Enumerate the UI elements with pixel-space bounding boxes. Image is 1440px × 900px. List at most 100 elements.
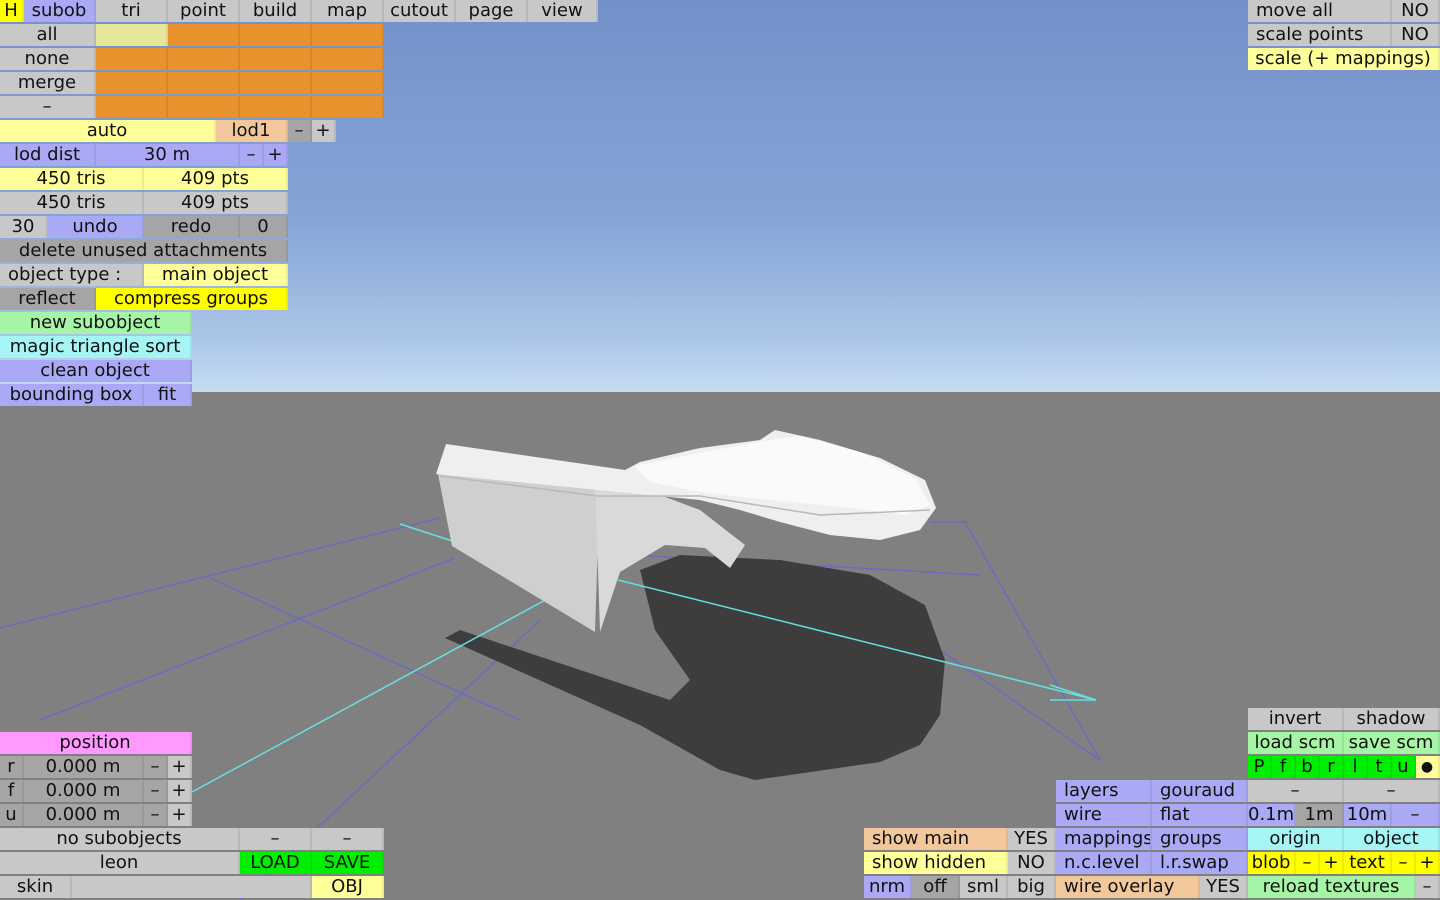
tab-cutout[interactable]: cutout — [384, 0, 456, 22]
lod-minus-button[interactable]: – — [288, 120, 312, 142]
lod-auto-button[interactable]: auto — [0, 120, 216, 142]
move-all-label[interactable]: move all — [1248, 0, 1392, 22]
subobject-slot[interactable] — [96, 24, 168, 46]
position-u-value[interactable]: 0.000 m — [24, 804, 144, 826]
position-r-value[interactable]: 0.000 m — [24, 756, 144, 778]
position-r-minus-button[interactable]: – — [144, 756, 168, 778]
subobject-slot[interactable] — [240, 48, 312, 70]
tab-page[interactable]: page — [456, 0, 528, 22]
subobject-slot[interactable] — [312, 24, 384, 46]
text-plus-button[interactable]: + — [1416, 852, 1440, 874]
view-dot-button[interactable]: ● — [1416, 756, 1440, 778]
tab-build[interactable]: build — [240, 0, 312, 22]
lr-swap-button[interactable]: l.r.swap — [1152, 852, 1248, 874]
gouraud-button[interactable]: gouraud — [1152, 780, 1248, 802]
nc-level-button[interactable]: n.c.level — [1056, 852, 1152, 874]
skin-field[interactable] — [72, 876, 312, 898]
big-button[interactable]: big — [1008, 876, 1056, 898]
shadow-button[interactable]: shadow — [1344, 708, 1440, 730]
position-r-plus-button[interactable]: + — [168, 756, 192, 778]
position-f-value[interactable]: 0.000 m — [24, 780, 144, 802]
step-minus-button[interactable]: – — [1392, 804, 1440, 826]
select-none-button[interactable]: none — [0, 48, 96, 70]
bounding-box-button[interactable]: bounding box — [0, 384, 144, 406]
subobject-slot[interactable] — [96, 48, 168, 70]
layers-button[interactable]: layers — [1056, 780, 1152, 802]
tab-subob[interactable]: subob — [24, 0, 96, 22]
mappings-button[interactable]: mappings — [1056, 828, 1152, 850]
subobject-slot[interactable] — [168, 72, 240, 94]
step-0-1m-button[interactable]: 0.1m — [1248, 804, 1296, 826]
step-1m-button[interactable]: 1m — [1296, 804, 1344, 826]
load-scm-button[interactable]: load scm — [1248, 732, 1344, 754]
origin-button[interactable]: origin — [1248, 828, 1344, 850]
wire-overlay-label[interactable]: wire overlay — [1056, 876, 1200, 898]
groups-button[interactable]: groups — [1152, 828, 1248, 850]
compress-groups-button[interactable]: compress groups — [96, 288, 288, 310]
wire-button[interactable]: wire — [1056, 804, 1152, 826]
view-top-button[interactable]: t — [1368, 756, 1392, 778]
magic-triangle-sort-button[interactable]: magic triangle sort — [0, 336, 192, 358]
clean-object-button[interactable]: clean object — [0, 360, 192, 382]
delete-unused-attachments-button[interactable]: delete unused attachments — [0, 240, 288, 262]
blob-minus-button[interactable]: – — [1296, 852, 1320, 874]
load-button[interactable]: LOAD — [240, 852, 312, 874]
new-subobject-button[interactable]: new subobject — [0, 312, 192, 334]
flat-button[interactable]: flat — [1152, 804, 1248, 826]
tab-view[interactable]: view — [528, 0, 598, 22]
lod-plus-button[interactable]: + — [312, 120, 336, 142]
position-u-minus-button[interactable]: – — [144, 804, 168, 826]
reload-minus-button[interactable]: – — [1416, 876, 1440, 898]
save-button[interactable]: SAVE — [312, 852, 384, 874]
view-under-button[interactable]: u — [1392, 756, 1416, 778]
select-all-button[interactable]: all — [0, 24, 96, 46]
reflect-button[interactable]: reflect — [0, 288, 96, 310]
save-scm-button[interactable]: save scm — [1344, 732, 1440, 754]
show-hidden-label[interactable]: show hidden — [864, 852, 1008, 874]
lod-name[interactable]: lod1 — [216, 120, 288, 142]
reload-textures-button[interactable]: reload textures — [1248, 876, 1416, 898]
subobject-slot[interactable] — [168, 48, 240, 70]
step-decrease-button[interactable]: – — [1248, 780, 1344, 802]
subobject-slot[interactable] — [240, 96, 312, 118]
subobject-slot[interactable] — [312, 48, 384, 70]
blob-button[interactable]: blob — [1248, 852, 1296, 874]
deselect-button[interactable]: – — [0, 96, 96, 118]
subobject-slot[interactable] — [312, 72, 384, 94]
subobject-slot[interactable] — [240, 72, 312, 94]
view-left-button[interactable]: l — [1344, 756, 1368, 778]
step-increase-button[interactable]: – — [1344, 780, 1440, 802]
subobject-next-button[interactable]: – — [312, 828, 384, 850]
position-u-plus-button[interactable]: + — [168, 804, 192, 826]
subobject-slot[interactable] — [312, 96, 384, 118]
nrm-button[interactable]: nrm — [864, 876, 912, 898]
subobject-slot[interactable] — [168, 24, 240, 46]
object-type-value[interactable]: main object — [144, 264, 288, 286]
show-main-label[interactable]: show main — [864, 828, 1008, 850]
scale-points-label[interactable]: scale points — [1248, 24, 1392, 46]
show-hidden-value[interactable]: NO — [1008, 852, 1056, 874]
lod-dist-value[interactable]: 30 m — [96, 144, 240, 166]
tab-h[interactable]: H — [0, 0, 24, 22]
tab-map[interactable]: map — [312, 0, 384, 22]
view-front-button[interactable]: f — [1272, 756, 1296, 778]
wire-overlay-value[interactable]: YES — [1200, 876, 1248, 898]
undo-button[interactable]: undo — [48, 216, 144, 238]
view-right-button[interactable]: r — [1320, 756, 1344, 778]
view-perspective-button[interactable]: P — [1248, 756, 1272, 778]
tab-tri[interactable]: tri — [96, 0, 168, 22]
subobject-slot[interactable] — [96, 96, 168, 118]
position-f-minus-button[interactable]: – — [144, 780, 168, 802]
move-all-value[interactable]: NO — [1392, 0, 1440, 22]
lod-dist-minus-button[interactable]: – — [240, 144, 264, 166]
text-minus-button[interactable]: – — [1392, 852, 1416, 874]
object-name-field[interactable]: leon — [0, 852, 240, 874]
subobject-prev-button[interactable]: – — [240, 828, 312, 850]
invert-button[interactable]: invert — [1248, 708, 1344, 730]
subobject-slot[interactable] — [240, 24, 312, 46]
position-f-plus-button[interactable]: + — [168, 780, 192, 802]
merge-button[interactable]: merge — [0, 72, 96, 94]
lod-dist-plus-button[interactable]: + — [264, 144, 288, 166]
scale-points-value[interactable]: NO — [1392, 24, 1440, 46]
step-10m-button[interactable]: 10m — [1344, 804, 1392, 826]
